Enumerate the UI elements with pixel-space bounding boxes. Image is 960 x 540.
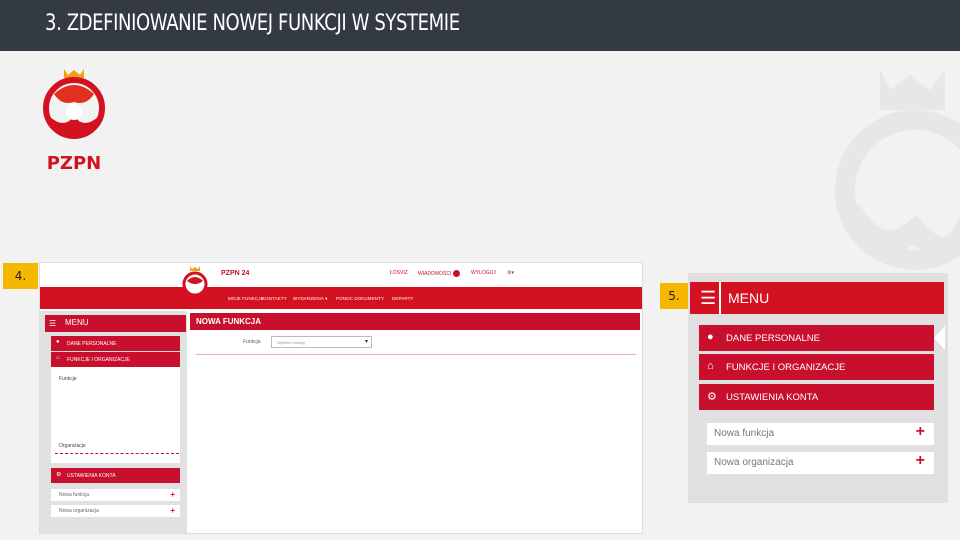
gear-icon: ⚙ bbox=[56, 472, 62, 478]
quick-link-new-organization[interactable]: Nowa organizacja + bbox=[51, 505, 180, 517]
menu-item-functions-organizations[interactable]: ⌂ FUNKCJE I ORGANIZACJE bbox=[699, 354, 934, 380]
pzpn-logo: PZPN bbox=[43, 69, 105, 174]
messages-label: WIADOMOŚCI bbox=[418, 270, 452, 277]
plus-icon: + bbox=[170, 490, 175, 499]
main-nav-documents[interactable]: PONOC DOKUMENTY bbox=[336, 296, 384, 301]
quick-link-label: Nowa organizacja bbox=[714, 457, 794, 468]
active-indicator-arrow bbox=[934, 326, 945, 350]
user-icon: ● bbox=[56, 339, 60, 345]
main-nav-contacts[interactable]: KONTAKTY bbox=[262, 296, 287, 301]
header-divider bbox=[719, 282, 721, 314]
menu-label: MENU bbox=[65, 318, 89, 327]
sub-item-organizations[interactable]: Organizacje bbox=[59, 443, 86, 449]
function-field-label: Funkcja bbox=[243, 339, 261, 345]
sidebar-item-account-settings[interactable]: ⚙ USTAWIENIA KONTA bbox=[51, 468, 180, 483]
sidebar-item-label: FUNKCJE I ORGANIZACJE bbox=[67, 357, 130, 363]
quick-link-new-function[interactable]: Nowa funkcja + bbox=[51, 489, 180, 501]
menu-item-label: FUNKCJE I ORGANIZACJE bbox=[726, 362, 846, 373]
menu-header[interactable]: ☰ MENU bbox=[45, 315, 186, 332]
function-select[interactable]: Wybierz funkcję ▾ bbox=[271, 336, 372, 348]
form-divider bbox=[196, 354, 636, 355]
plus-icon: + bbox=[170, 506, 175, 515]
plus-icon: + bbox=[915, 423, 925, 440]
sidebar-item-label: USTAWIENIA KONTA bbox=[67, 473, 116, 479]
messages-link[interactable]: WIADOMOŚCI bbox=[418, 270, 461, 277]
screenshot-menu-zoom: ☰ MENU ● DANE PERSONALNE ⌂ FUNKCJE I ORG… bbox=[688, 273, 948, 503]
top-bar bbox=[40, 263, 642, 287]
logo-text: PZPN bbox=[47, 153, 102, 174]
user-icon: ● bbox=[707, 331, 714, 343]
screenshot-new-function-form: PZPN PZPN 24 ŁOSVIZ WIADOMOŚCI WYLOGUJ ⚙… bbox=[39, 262, 643, 534]
sidebar-item-functions-organizations[interactable]: ⌂ FUNKCJE I ORGANIZACJE bbox=[51, 352, 180, 367]
select-placeholder: Wybierz funkcję bbox=[277, 340, 306, 345]
logout-link[interactable]: WYLOGUJ bbox=[471, 270, 496, 276]
sub-item-functions[interactable]: Funkcje bbox=[59, 376, 77, 382]
menu-header[interactable]: ☰ MENU bbox=[690, 282, 944, 314]
quick-link-label: Nowa organizacja bbox=[59, 508, 99, 514]
top-nav-item[interactable]: ŁOSVIZ bbox=[390, 270, 408, 276]
step-marker-4: 4. bbox=[3, 263, 38, 289]
svg-text:PZPN: PZPN bbox=[186, 298, 204, 305]
bank-icon: ⌂ bbox=[56, 355, 60, 361]
caret-down-icon: ▾ bbox=[364, 339, 368, 345]
quick-link-label: Nowa funkcja bbox=[714, 428, 775, 439]
plus-icon: + bbox=[915, 452, 925, 469]
menu-item-label: DANE PERSONALNE bbox=[726, 333, 820, 344]
main-nav-departments[interactable]: DEPARTY bbox=[392, 296, 414, 301]
sidebar-item-label: DANE PERSONALNE bbox=[67, 341, 117, 347]
quick-link-new-organization[interactable]: Nowa organizacja + bbox=[707, 452, 934, 474]
gear-icon: ⚙ bbox=[707, 391, 717, 403]
main-nav-events[interactable]: WYDARZENIA ▾ bbox=[293, 296, 327, 302]
slide-title: 3. ZDEFINIOWANIE NOWEJ FUNKCJI W SYSTEMI… bbox=[45, 11, 460, 36]
quick-link-label: Nowa funkcja bbox=[59, 492, 90, 498]
bank-icon: ⌂ bbox=[707, 360, 714, 372]
main-nav-my-functions[interactable]: MOJE FUNKCJE bbox=[228, 296, 264, 301]
settings-icon[interactable]: ⚙▾ bbox=[507, 270, 514, 276]
step-marker-5: 5. bbox=[660, 283, 688, 309]
brand-name: PZPN 24 bbox=[221, 270, 250, 277]
divider bbox=[55, 453, 179, 454]
messages-badge bbox=[453, 270, 461, 277]
sidebar-item-personal-data[interactable]: ● DANE PERSONALNE bbox=[51, 336, 180, 351]
menu-item-personal-data[interactable]: ● DANE PERSONALNE bbox=[699, 325, 934, 351]
content-title: NOWA FUNKCJA bbox=[190, 313, 640, 330]
menu-label: MENU bbox=[728, 290, 770, 306]
menu-item-account-settings[interactable]: ⚙ USTAWIENIA KONTA bbox=[699, 384, 934, 410]
slide-header: 3. ZDEFINIOWANIE NOWEJ FUNKCJI W SYSTEMI… bbox=[0, 0, 960, 51]
hamburger-icon: ☰ bbox=[700, 288, 717, 308]
hamburger-icon: ☰ bbox=[49, 319, 57, 328]
app-logo[interactable]: PZPN bbox=[180, 265, 210, 305]
menu-item-label: USTAWIENIA KONTA bbox=[726, 392, 819, 403]
quick-link-new-function[interactable]: Nowa funkcja + bbox=[707, 423, 934, 445]
